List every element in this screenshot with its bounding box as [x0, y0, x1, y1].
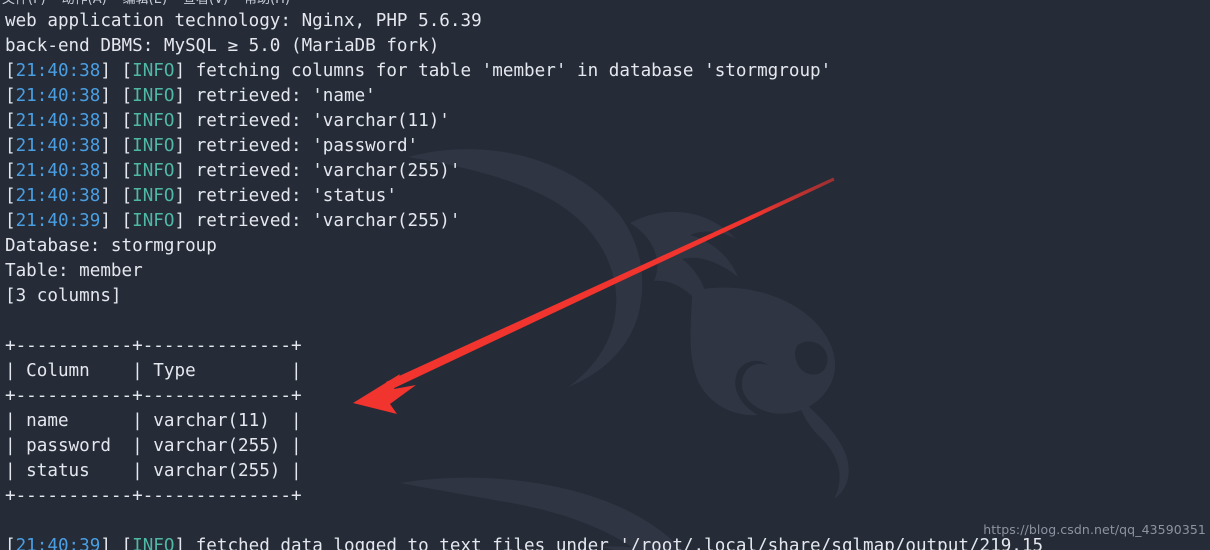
console-line-blank-1 — [0, 309, 1210, 334]
menu-item-0[interactable]: 文件(F) — [0, 0, 60, 7]
console-segment-time: 21:40:38 — [15, 111, 101, 131]
console-segment-bracket: [ — [5, 211, 16, 231]
console-segment-bracket: ] [ — [100, 86, 133, 106]
console-segment-bracket: ] — [174, 536, 196, 550]
console-segment-info: INFO — [132, 211, 175, 231]
console-line-log-retrieved-status: [21:40:38] [INFO] retrieved: 'status' — [0, 184, 1210, 209]
console-segment-time: 21:40:38 — [15, 186, 101, 206]
console-line-log-retrieved-password: [21:40:38] [INFO] retrieved: 'password' — [0, 134, 1210, 159]
console-segment-plain: retrieved: 'varchar(255)' — [195, 211, 461, 231]
console-segment-bracket: ] — [174, 161, 196, 181]
console-line-log-fetching-columns: [21:40:38] [INFO] fetching columns for t… — [0, 59, 1210, 84]
console-segment-plain: retrieved: 'password' — [195, 136, 419, 156]
console-segment-info: INFO — [132, 111, 175, 131]
console-line-database-label: Database: stormgroup — [0, 234, 1210, 259]
console-segment-time: 21:40:39 — [15, 211, 101, 231]
menu-item-3[interactable]: 查看(V) — [181, 0, 242, 7]
menu-bar-items[interactable]: 文件(F)动作(A)编辑(E)查看(V)帮助(H) — [0, 0, 304, 8]
console-segment-bracket: ] [ — [100, 186, 133, 206]
console-segment-bracket: [ — [5, 86, 16, 106]
console-segment-table: +-----------+--------------+ — [5, 336, 302, 356]
console-segment-bracket: [ — [5, 61, 16, 81]
console-line-table-label: Table: member — [0, 259, 1210, 284]
console-segment-plain: retrieved: 'varchar(255)' — [195, 161, 461, 181]
console-segment-bracket: [ — [5, 186, 16, 206]
console-segment-time: 21:40:39 — [15, 536, 101, 550]
console-segment-bracket: ] [ — [100, 61, 133, 81]
console-segment-bracket: ] — [174, 61, 196, 81]
console-line-table-row-name: | name | varchar(11) | — [0, 409, 1210, 434]
console-segment-bracket: ] — [174, 186, 196, 206]
console-segment-plain: [3 columns] — [5, 286, 122, 306]
console-segment-table: | Column | Type | — [5, 361, 302, 381]
console-line-table-border-bottom: +-----------+--------------+ — [0, 484, 1210, 509]
console-line-back-end-dbms: back-end DBMS: MySQL ≥ 5.0 (MariaDB fork… — [0, 34, 1210, 59]
console-segment-time: 21:40:38 — [15, 136, 101, 156]
console-segment-plain: back-end DBMS: MySQL ≥ 5.0 (MariaDB fork… — [5, 36, 440, 56]
console-segment-plain: Table: member — [5, 261, 143, 281]
console-line-log-retrieved-varchar255-a: [21:40:38] [INFO] retrieved: 'varchar(25… — [0, 159, 1210, 184]
console-line-table-border-mid: +-----------+--------------+ — [0, 384, 1210, 409]
console-segment-bracket: ] [ — [100, 536, 133, 550]
console-line-log-retrieved-varchar11: [21:40:38] [INFO] retrieved: 'varchar(11… — [0, 109, 1210, 134]
console-segment-info: INFO — [132, 186, 175, 206]
console-segment-table: | status | varchar(255) | — [5, 461, 302, 481]
console-segment-info: INFO — [132, 136, 175, 156]
console-segment-plain: retrieved: 'name' — [195, 86, 376, 106]
console-segment-table: | name | varchar(11) | — [5, 411, 302, 431]
console-segment-plain: Database: stormgroup — [5, 236, 217, 256]
console-segment-table: | password | varchar(255) | — [5, 436, 302, 456]
console-line-log-retrieved-varchar255-b: [21:40:39] [INFO] retrieved: 'varchar(25… — [0, 209, 1210, 234]
console-segment-plain: fetching columns for table 'member' in d… — [195, 61, 832, 81]
console-segment-bracket: ] — [174, 86, 196, 106]
console-segment-time: 21:40:38 — [15, 86, 101, 106]
menu-item-1[interactable]: 动作(A) — [60, 0, 121, 7]
console-segment-info: INFO — [132, 61, 175, 81]
console-segment-info: INFO — [132, 536, 175, 550]
console-segment-time: 21:40:38 — [15, 161, 101, 181]
console-segment-plain — [5, 311, 16, 331]
csdn-url-watermark: https://blog.csdn.net/qq_43590351 — [983, 522, 1206, 537]
console-segment-bracket: ] [ — [100, 211, 133, 231]
console-line-log-retrieved-name: [21:40:38] [INFO] retrieved: 'name' — [0, 84, 1210, 109]
console-segment-table: +-----------+--------------+ — [5, 386, 302, 406]
console-segment-bracket: ] [ — [100, 136, 133, 156]
console-segment-info: INFO — [132, 161, 175, 181]
console-segment-bracket: [ — [5, 161, 16, 181]
console-segment-table: +-----------+--------------+ — [5, 486, 302, 506]
console-segment-bracket: [ — [5, 136, 16, 156]
console-line-column-count: [3 columns] — [0, 284, 1210, 309]
console-segment-bracket: ] — [174, 211, 196, 231]
console-segment-info: INFO — [132, 86, 175, 106]
console-segment-bracket: ] [ — [100, 111, 133, 131]
terminal-window: 文件(F)动作(A)编辑(E)查看(V)帮助(H) web applicatio… — [0, 0, 1210, 550]
console-line-table-row-status: | status | varchar(255) | — [0, 459, 1210, 484]
console-segment-bracket: [ — [5, 536, 16, 550]
console-segment-time: 21:40:38 — [15, 61, 101, 81]
console-segment-bracket: ] [ — [100, 161, 133, 181]
console-segment-bracket: ] — [174, 136, 196, 156]
console-line-table-row-password: | password | varchar(255) | — [0, 434, 1210, 459]
console-segment-plain: fetched data logged to text files under … — [195, 536, 1044, 550]
console-segment-plain — [5, 511, 16, 531]
console-line-table-border-top: +-----------+--------------+ — [0, 334, 1210, 359]
console-segment-bracket: [ — [5, 111, 16, 131]
console-segment-bracket: ] — [174, 111, 196, 131]
menu-item-2[interactable]: 编辑(E) — [121, 0, 181, 7]
console-output: web application technology: Nginx, PHP 5… — [0, 9, 1210, 550]
console-segment-plain: web application technology: Nginx, PHP 5… — [5, 11, 482, 31]
console-line-table-header-row: | Column | Type | — [0, 359, 1210, 384]
console-line-web-application-technology: web application technology: Nginx, PHP 5… — [0, 9, 1210, 34]
console-segment-plain: retrieved: 'varchar(11)' — [195, 111, 450, 131]
menu-bar[interactable]: 文件(F)动作(A)编辑(E)查看(V)帮助(H) — [0, 0, 1210, 9]
menu-item-4[interactable]: 帮助(H) — [242, 0, 304, 7]
console-segment-plain: retrieved: 'status' — [195, 186, 397, 206]
